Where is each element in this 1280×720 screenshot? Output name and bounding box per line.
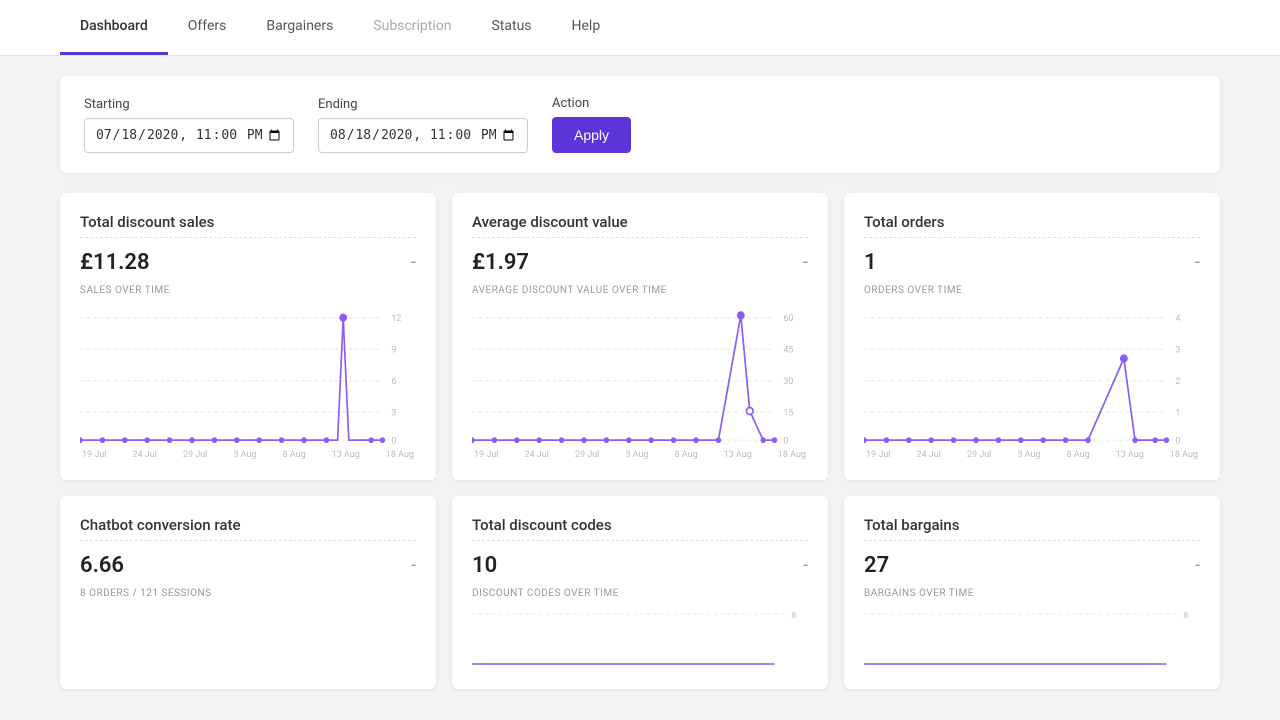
card-total-discount-sales: Total discount sales £11.28 - Sales over… [60,193,436,480]
top-navigation: Dashboard Offers Bargainers Subscription… [0,0,1280,56]
card-info-4: 8 orders / 121 sessions [80,588,416,599]
apply-button[interactable]: Apply [552,117,631,153]
card-avg-discount-value: Average discount value £1.97 - Average d… [452,193,828,480]
chart-1: 12 9 6 3 0 [80,306,416,446]
card-title-6: Total bargains [864,516,1200,541]
card-total-discount-codes: Total discount codes 10 - Discount codes… [452,496,828,689]
bottom-cards-grid: Chatbot conversion rate 6.66 - 8 orders … [60,496,1220,689]
svg-text:8: 8 [1183,611,1188,620]
svg-text:0: 0 [391,437,396,446]
svg-text:1: 1 [1175,409,1180,419]
svg-text:4: 4 [1175,314,1180,324]
svg-text:8: 8 [791,611,796,620]
tab-dashboard[interactable]: Dashboard [60,0,168,55]
starting-input[interactable] [84,118,294,153]
tab-help[interactable]: Help [552,0,621,55]
svg-text:0: 0 [1175,437,1180,446]
x-labels-2: 19 Jul 24 Jul 29 Jul 3 Aug 8 Aug 13 Aug … [472,450,808,460]
tab-offers[interactable]: Offers [168,0,247,55]
card-minus-4: - [411,555,416,576]
card-title-1: Total discount sales [80,213,416,238]
card-subtitle-2: Average discount value over time [472,285,808,296]
card-chatbot-conversion: Chatbot conversion rate 6.66 - 8 orders … [60,496,436,689]
card-value-5: 10 [472,553,497,578]
card-minus-3: - [1195,252,1200,273]
card-title-3: Total orders [864,213,1200,238]
action-field: Action Apply [552,96,631,153]
chart-3: 4 3 2 1 0 [864,306,1200,446]
ending-input[interactable] [318,118,528,153]
partial-chart-5: 8 [472,609,808,669]
card-value-4: 6.66 [80,553,124,578]
card-value-row-6: 27 - [864,553,1200,578]
svg-text:60: 60 [783,314,793,324]
starting-label: Starting [84,97,294,112]
card-value-row-4: 6.66 - [80,553,416,578]
card-minus-2: - [803,252,808,273]
x-labels-3: 19 Jul 24 Jul 29 Jul 3 Aug 8 Aug 13 Aug … [864,450,1200,460]
main-content: Starting Ending Action Apply Total disco… [0,56,1280,709]
card-value-3: 1 [864,250,877,275]
svg-text:45: 45 [783,346,793,356]
svg-text:9: 9 [391,346,396,356]
ending-label: Ending [318,97,528,112]
tab-bargainers[interactable]: Bargainers [246,0,353,55]
svg-text:12: 12 [391,314,401,324]
svg-text:3: 3 [391,409,396,419]
card-title-2: Average discount value [472,213,808,238]
card-minus-1: - [411,252,416,273]
card-total-orders: Total orders 1 - Orders over time [844,193,1220,480]
tab-subscription[interactable]: Subscription [353,0,471,55]
x-labels-1: 19 Jul 24 Jul 29 Jul 3 Aug 8 Aug 13 Aug … [80,450,416,460]
card-title-5: Total discount codes [472,516,808,541]
card-title-4: Chatbot conversion rate [80,516,416,541]
svg-text:30: 30 [783,377,793,387]
nav-tabs: Dashboard Offers Bargainers Subscription… [60,0,1220,55]
card-subtitle-3: Orders over time [864,285,1200,296]
tab-status[interactable]: Status [471,0,551,55]
card-minus-6: - [1195,555,1200,576]
card-value-1: £11.28 [80,250,150,275]
svg-text:15: 15 [783,409,793,419]
svg-text:6: 6 [391,377,396,387]
action-label: Action [552,96,631,111]
card-value-row-3: 1 - [864,250,1200,275]
chart-2: 60 45 30 15 0 [472,306,808,446]
card-total-bargains: Total bargains 27 - Bargains over time 8 [844,496,1220,689]
card-subtitle-6: Bargains over time [864,588,1200,599]
svg-text:3: 3 [1175,346,1180,356]
card-minus-5: - [803,555,808,576]
card-subtitle-1: Sales over time [80,285,416,296]
starting-field: Starting [84,97,294,153]
card-value-row-1: £11.28 - [80,250,416,275]
card-subtitle-5: Discount codes over time [472,588,808,599]
partial-chart-6: 8 [864,609,1200,669]
card-value-6: 27 [864,553,889,578]
card-value-row-5: 10 - [472,553,808,578]
ending-field: Ending [318,97,528,153]
card-value-2: £1.97 [472,250,529,275]
card-value-row-2: £1.97 - [472,250,808,275]
svg-text:2: 2 [1175,377,1180,387]
top-cards-grid: Total discount sales £11.28 - Sales over… [60,193,1220,480]
svg-text:0: 0 [783,437,788,446]
filter-card: Starting Ending Action Apply [60,76,1220,173]
